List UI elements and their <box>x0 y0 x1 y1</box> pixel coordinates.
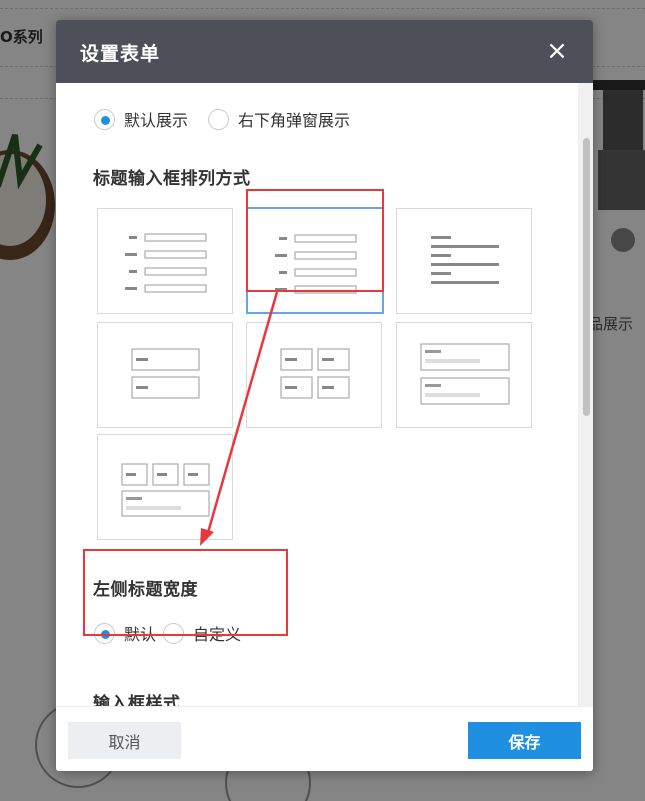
close-icon[interactable]: × <box>542 36 572 66</box>
annotation-highlight-box <box>83 549 288 636</box>
modal-title: 设置表单 <box>80 43 161 65</box>
display-mode-group: 默认展示 右下角弹窗展示 <box>94 107 370 131</box>
layout-preview-icon <box>125 233 207 293</box>
layout-option-6[interactable] <box>396 322 532 428</box>
layout-preview-icon <box>131 348 200 399</box>
modal-header: 设置表单 × <box>56 20 593 83</box>
layout-section-title: 标题输入框排列方式 <box>93 169 251 189</box>
cancel-button[interactable]: 取消 <box>68 722 181 759</box>
layout-option-7[interactable] <box>97 434 233 540</box>
radio-label: 右下角弹窗展示 <box>238 111 351 130</box>
layout-preview-icon <box>280 348 350 399</box>
layout-preview-icon <box>121 463 210 517</box>
radio-default-display[interactable] <box>94 108 115 130</box>
layout-option-3[interactable] <box>396 208 532 314</box>
radio-label: 默认展示 <box>124 111 189 130</box>
settings-form-modal: 设置表单 × 默认展示 右下角弹窗展示 标题输入框排列方式 左侧标题宽度 默认 … <box>56 20 593 771</box>
modal-footer: 取消 保存 <box>56 706 593 771</box>
layout-option-1[interactable] <box>97 208 233 314</box>
save-button[interactable]: 保存 <box>468 722 581 759</box>
layout-preview-icon <box>420 343 510 405</box>
layout-option-5[interactable] <box>246 322 382 428</box>
annotation-highlight-box <box>246 189 384 292</box>
scrollbar-thumb[interactable] <box>583 138 590 416</box>
input-style-section-title: 输入框样式 <box>93 694 181 706</box>
layout-preview-icon <box>431 236 499 284</box>
radio-bottom-right-popup[interactable] <box>208 108 230 130</box>
layout-option-4[interactable] <box>97 322 233 428</box>
